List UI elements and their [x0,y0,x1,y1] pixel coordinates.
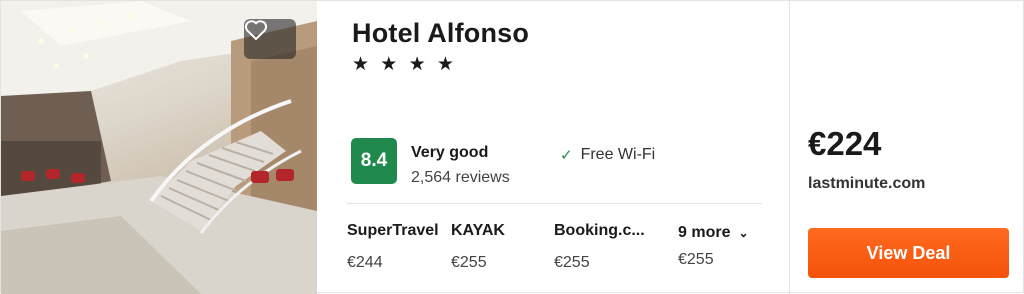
provider-price: €255 [451,254,487,271]
provider-booking[interactable]: Booking.c... €255 [554,222,645,272]
amenity-free-wifi: ✓ Free Wi-Fi [560,146,655,164]
review-count[interactable]: 2,564 reviews [411,169,510,187]
provider-supertravel[interactable]: SuperTravel €244 [347,222,439,272]
favorite-button[interactable] [244,19,296,59]
heart-icon [244,20,268,40]
rating-label: Very good [411,144,489,161]
hotel-photo[interactable] [1,1,317,294]
star-rating: ★ ★ ★ ★ [352,54,457,75]
hotel-info: Hotel Alfonso ★ ★ ★ ★ 8.4 Very good 2,56… [317,1,789,294]
more-label: 9 more [678,224,731,241]
hotel-name[interactable]: Hotel Alfonso [352,18,529,49]
hotel-result-card: Hotel Alfonso ★ ★ ★ ★ 8.4 Very good 2,56… [0,0,1024,294]
best-price: €224 [808,125,882,162]
view-deal-button[interactable]: View Deal [808,228,1009,278]
rating-score-badge: 8.4 [351,138,397,184]
provider-name: SuperTravel [347,222,439,239]
provider-price: €244 [347,254,383,271]
more-price: €255 [678,251,714,268]
provider-price: €255 [554,254,590,271]
more-providers-button[interactable]: 9 more ⌄ [678,224,749,242]
provider-kayak[interactable]: KAYAK €255 [451,222,505,272]
provider-name: Booking.c... [554,222,645,239]
chevron-down-icon: ⌄ [738,226,749,240]
check-icon: ✓ [560,147,573,164]
best-deal-panel: €224 lastminute.com View Deal [789,1,1023,294]
divider [347,203,762,204]
amenity-label: Free Wi-Fi [580,146,656,163]
provider-name: KAYAK [451,222,505,239]
best-price-provider: lastminute.com [808,175,926,192]
more-providers[interactable]: 9 more ⌄ €255 [678,224,749,269]
